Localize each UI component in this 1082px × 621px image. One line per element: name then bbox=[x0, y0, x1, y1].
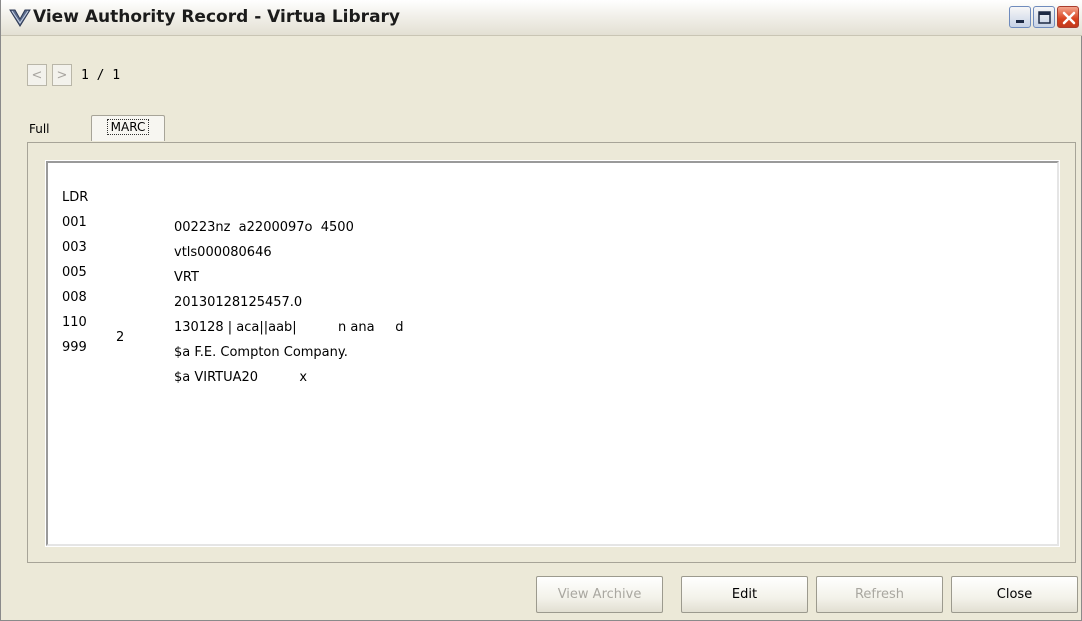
tab-full-label: Full bbox=[29, 122, 50, 136]
marc-field-row: 001 vtls000080646 bbox=[48, 200, 1057, 260]
marc-record-display[interactable]: LDR 00223nz a2200097o 4500 001 vtls00008… bbox=[45, 160, 1060, 547]
record-page-indicator: 1 / 1 bbox=[81, 67, 121, 83]
close-window-button[interactable] bbox=[1057, 6, 1079, 28]
title-bar[interactable]: View Authority Record - Virtua Library bbox=[1, 0, 1082, 36]
minimize-button[interactable] bbox=[1009, 6, 1031, 28]
close-icon bbox=[1062, 11, 1076, 25]
close-button[interactable]: Close bbox=[951, 576, 1078, 613]
refresh-button[interactable]: Refresh bbox=[816, 576, 943, 613]
maximize-icon bbox=[1038, 11, 1051, 24]
window-controls bbox=[1009, 6, 1079, 30]
previous-record-button[interactable]: < bbox=[27, 64, 47, 86]
maximize-button[interactable] bbox=[1033, 6, 1055, 28]
marc-tag: 999 bbox=[62, 340, 87, 355]
minimize-icon bbox=[1016, 20, 1024, 23]
marc-field-row: 110 2 $a F.E. Compton Company. bbox=[48, 300, 1057, 360]
window-title: View Authority Record - Virtua Library bbox=[33, 7, 401, 27]
marc-field-row: 999 $a VIRTUA20 x bbox=[48, 325, 1057, 385]
view-authority-record-window: View Authority Record - Virtua Library <… bbox=[0, 0, 1082, 621]
marc-field-row: 005 20130128125457.0 bbox=[48, 250, 1057, 310]
next-record-button[interactable]: > bbox=[52, 64, 72, 86]
tab-full[interactable]: Full bbox=[25, 118, 87, 140]
edit-button[interactable]: Edit bbox=[681, 576, 808, 613]
marc-panel: LDR 00223nz a2200097o 4500 001 vtls00008… bbox=[27, 142, 1076, 563]
marc-field-row: LDR 00223nz a2200097o 4500 bbox=[48, 175, 1057, 235]
virtua-v-logo-icon bbox=[9, 8, 31, 28]
tab-marc[interactable]: MARC bbox=[91, 115, 165, 141]
record-navigation: < > 1 / 1 bbox=[27, 63, 120, 87]
marc-field-row: 003 VRT bbox=[48, 225, 1057, 285]
marc-field-row: 008 130128 | aca||aab| n ana d bbox=[48, 275, 1057, 335]
tab-marc-label: MARC bbox=[106, 119, 150, 135]
marc-value: $a F.E. Compton Company. bbox=[174, 345, 348, 360]
marc-value: $a VIRTUA20 x bbox=[174, 370, 308, 385]
view-archive-button[interactable]: View Archive bbox=[536, 576, 663, 613]
